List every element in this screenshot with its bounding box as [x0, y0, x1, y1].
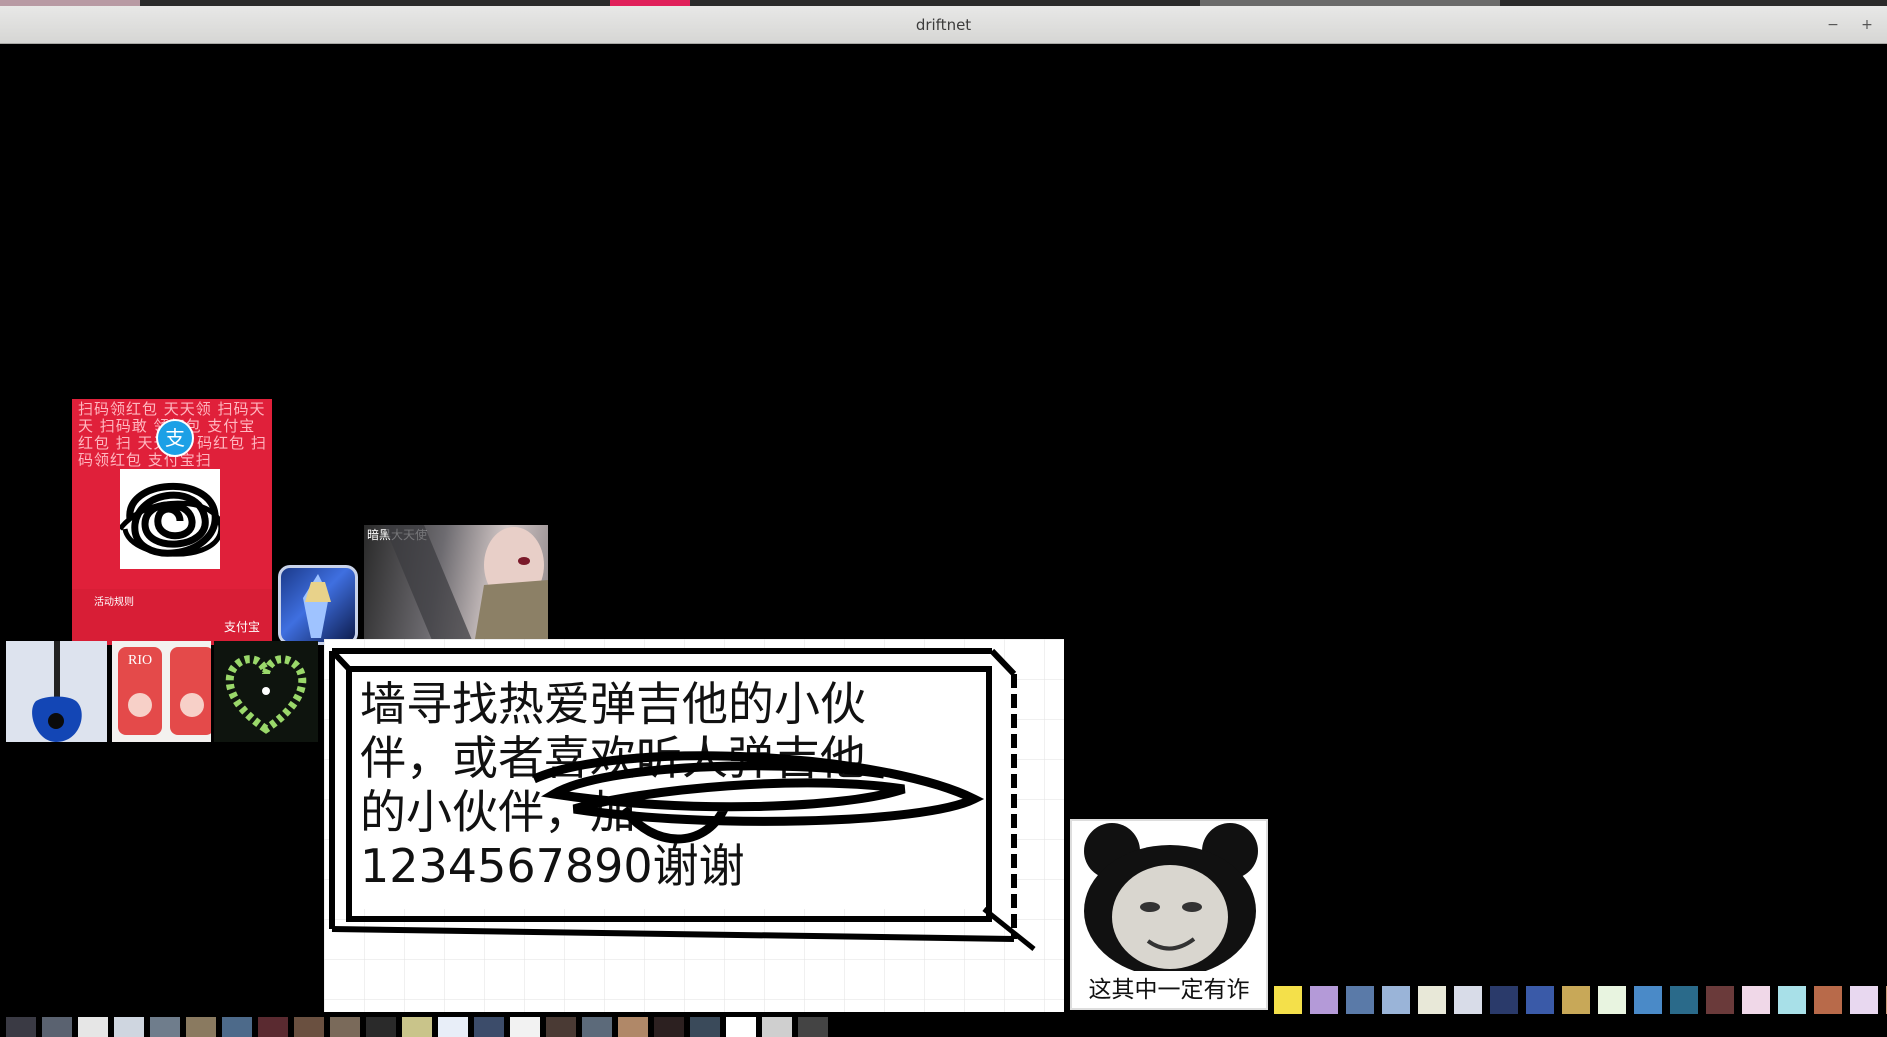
thumbnail-image[interactable]	[78, 1017, 108, 1037]
thumbnail-image[interactable]	[438, 1017, 468, 1037]
thumbnail-image[interactable]	[1670, 986, 1698, 1014]
qr-code	[118, 469, 224, 569]
thumbnail-image[interactable]	[258, 1017, 288, 1037]
meme-caption: 这其中一定有诈	[1088, 977, 1250, 1003]
thumbnail-image[interactable]	[1562, 986, 1590, 1014]
thumbnail-image[interactable]	[42, 1017, 72, 1037]
thumbnail-image[interactable]	[1778, 986, 1806, 1014]
chat-message-image[interactable]: 墙寻找热爱弹吉他的小伙伴，或者喜欢听人弹吉他的小伙伴，加1234567890谢谢	[324, 639, 1064, 1012]
thumbnail-image[interactable]	[402, 1017, 432, 1037]
thumbnail-image[interactable]	[1814, 986, 1842, 1014]
thumbnail-image[interactable]	[1490, 986, 1518, 1014]
thumbnail-image[interactable]	[1346, 986, 1374, 1014]
thumbnail-image[interactable]	[1742, 986, 1770, 1014]
window-titlebar[interactable]: driftnet − +	[0, 6, 1887, 44]
thumbnail-image[interactable]	[618, 1017, 648, 1037]
poster-footer: 活动规则 支付宝	[72, 589, 272, 645]
thumbnail-image[interactable]	[186, 1017, 216, 1037]
poster-footer-text: 活动规则	[94, 597, 134, 608]
window-title: driftnet	[915, 16, 972, 34]
thumbnail-image[interactable]	[6, 1017, 36, 1037]
alipay-icon: 支	[156, 419, 194, 457]
minimize-button[interactable]: −	[1824, 16, 1842, 34]
thumbnail-image[interactable]	[582, 1017, 612, 1037]
thumbnail-image[interactable]	[510, 1017, 540, 1037]
thumbnail-image[interactable]	[294, 1017, 324, 1037]
panda-face-icon	[1084, 823, 1258, 977]
guitar-image[interactable]	[6, 641, 107, 742]
thumbnail-image[interactable]	[546, 1017, 576, 1037]
gem-heart-image[interactable]	[214, 641, 318, 742]
thumbnail-image[interactable]	[654, 1017, 684, 1037]
alipay-poster-image[interactable]: 扫码领红包 天天领 扫码天天 扫码敢 领红包 支付宝 红包 扫 天天 领 码红包…	[72, 399, 272, 645]
thumbnail-image[interactable]	[1598, 986, 1626, 1014]
thumbnail-image[interactable]	[474, 1017, 504, 1037]
rio-label: RIO	[128, 653, 153, 668]
thumbnail-image[interactable]	[798, 1017, 828, 1037]
alipay-logo: 支付宝	[223, 620, 260, 634]
panda-meme-image[interactable]: 这其中一定有诈	[1070, 819, 1268, 1010]
thumbnail-image[interactable]	[1382, 986, 1410, 1014]
thumbnail-image[interactable]	[1850, 986, 1878, 1014]
thumbnail-image[interactable]	[1274, 986, 1302, 1014]
thumbnail-image[interactable]	[690, 1017, 720, 1037]
drink-can-icon	[118, 647, 211, 735]
heart-icon	[225, 655, 307, 734]
thumbnail-image[interactable]	[1706, 986, 1734, 1014]
thumbnail-image[interactable]	[366, 1017, 396, 1037]
thumbnail-image[interactable]	[1634, 986, 1662, 1014]
dark-angel-banner-image[interactable]: 暗黑大天使	[364, 525, 548, 645]
rio-cans-image[interactable]: RIO	[112, 641, 211, 742]
thumbnail-image[interactable]	[1526, 986, 1554, 1014]
thumbnail-image[interactable]	[1310, 986, 1338, 1014]
scribble-redaction	[532, 751, 985, 844]
thumbnail-image[interactable]	[1454, 986, 1482, 1014]
thumbnail-image[interactable]	[762, 1017, 792, 1037]
knight-icon	[303, 574, 331, 638]
scribble-redaction	[118, 482, 224, 557]
thumbnail-image[interactable]	[150, 1017, 180, 1037]
thumbnail-image[interactable]	[114, 1017, 144, 1037]
thumbnail-image[interactable]	[330, 1017, 360, 1037]
thumbnail-image[interactable]	[726, 1017, 756, 1037]
driftnet-canvas: 扫码领红包 天天领 扫码天天 扫码敢 领红包 支付宝 红包 扫 天天 领 码红包…	[0, 44, 1887, 1037]
warrior-face-icon	[384, 525, 548, 645]
game-app-icon-image[interactable]	[278, 565, 358, 645]
thumbnail-image[interactable]	[1418, 986, 1446, 1014]
add-button[interactable]: +	[1858, 16, 1876, 34]
guitar-icon	[32, 641, 82, 742]
thumbnail-image[interactable]	[222, 1017, 252, 1037]
